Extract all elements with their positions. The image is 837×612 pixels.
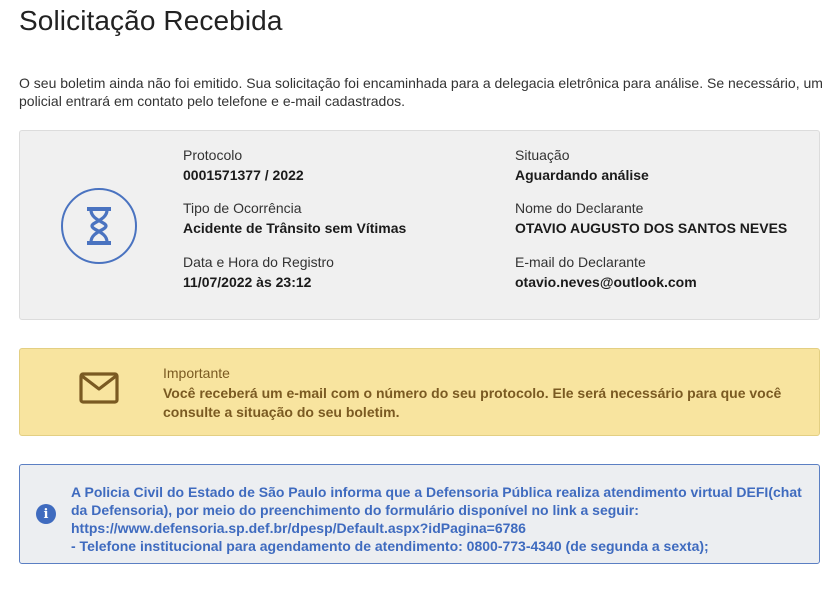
situacao-value: Aguardando análise — [515, 167, 649, 183]
important-text: Importante Você receberá um e-mail com o… — [163, 364, 813, 423]
intro-text: O seu boletim ainda não foi emitido. Sua… — [19, 75, 823, 109]
important-message: Você receberá um e-mail com o número do … — [163, 384, 782, 421]
protocolo-label: Protocolo — [183, 147, 243, 163]
request-details-card: Protocolo 0001571377 / 2022 Situação Agu… — [19, 130, 820, 320]
email-field: E-mail do Declarante otavio.neves@outloo… — [515, 253, 697, 291]
defensoria-link[interactable]: https://www.defensoria.sp.def.br/dpesp/D… — [71, 519, 806, 537]
info-text: A Policia Civil do Estado de São Paulo i… — [71, 483, 806, 555]
info-phone-line: - Telefone institucional para agendament… — [71, 538, 709, 554]
data-hora-label: Data e Hora do Registro — [183, 254, 334, 270]
hourglass-icon — [61, 188, 137, 264]
envelope-icon — [79, 372, 119, 409]
declarante-value: OTAVIO AUGUSTO DOS SANTOS NEVES — [515, 220, 788, 236]
protocolo-value: 0001571377 / 2022 — [183, 167, 304, 183]
declarante-label: Nome do Declarante — [515, 200, 644, 216]
data-hora-value: 11/07/2022 às 23:12 — [183, 274, 312, 290]
situacao-label: Situação — [515, 147, 570, 163]
defensoria-info-notice: i A Policia Civil do Estado de São Paulo… — [19, 464, 820, 564]
email-value: otavio.neves@outlook.com — [515, 274, 697, 290]
important-notice: Importante Você receberá um e-mail com o… — [19, 348, 820, 436]
tipo-ocorrencia-field: Tipo de Ocorrência Acidente de Trânsito … — [183, 199, 406, 237]
email-label: E-mail do Declarante — [515, 254, 646, 270]
declarante-field: Nome do Declarante OTAVIO AUGUSTO DOS SA… — [515, 199, 787, 237]
info-icon: i — [36, 504, 56, 524]
page-title: Solicitação Recebida — [19, 5, 283, 36]
situacao-field: Situação Aguardando análise — [515, 146, 649, 184]
tipo-ocorrencia-label: Tipo de Ocorrência — [183, 200, 302, 216]
important-label: Importante — [163, 365, 230, 381]
tipo-ocorrencia-value: Acidente de Trânsito sem Vítimas — [183, 220, 407, 236]
protocolo-field: Protocolo 0001571377 / 2022 — [183, 146, 304, 184]
info-line-1: A Policia Civil do Estado de São Paulo i… — [71, 484, 802, 518]
data-hora-field: Data e Hora do Registro 11/07/2022 às 23… — [183, 253, 334, 291]
